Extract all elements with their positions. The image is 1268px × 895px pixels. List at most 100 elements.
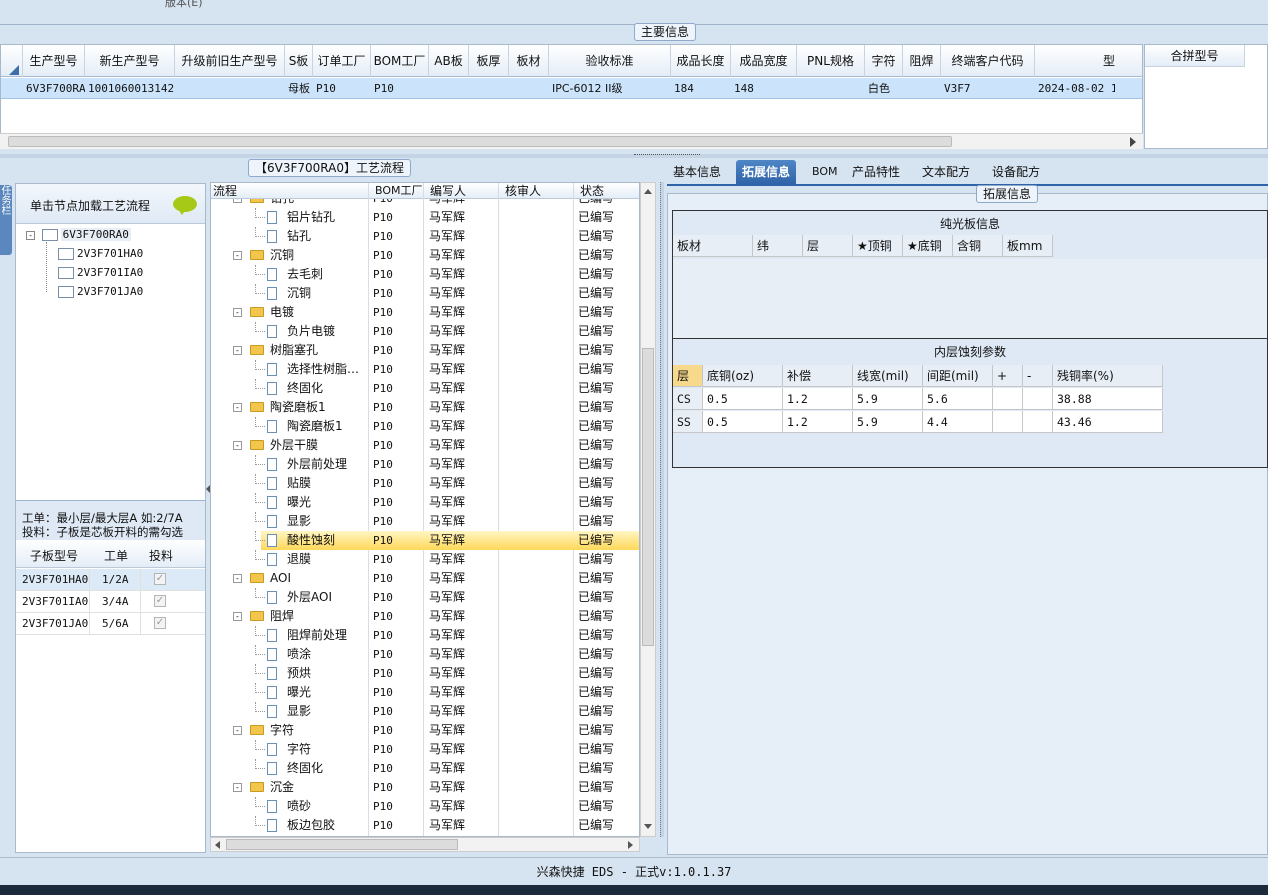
- main-cell[interactable]: 2024-08-02 1: [1035, 78, 1115, 99]
- etch-cell[interactable]: 5.9: [853, 388, 923, 410]
- pure-board-col-header[interactable]: 层: [803, 235, 853, 257]
- main-cell[interactable]: 白色: [865, 78, 903, 99]
- main-cell[interactable]: P10: [371, 78, 429, 99]
- main-cell[interactable]: 母板: [285, 78, 313, 99]
- process-row[interactable]: 外层前处理 P10 马军辉 已编写: [211, 455, 639, 474]
- main-cell[interactable]: [509, 78, 549, 99]
- process-row[interactable]: 预烘 P10 马军辉 已编写: [211, 664, 639, 683]
- process-row[interactable]: 板边包胶 P10 马军辉 已编写: [211, 816, 639, 835]
- scroll-left-arrow-icon[interactable]: [215, 841, 220, 849]
- main-cell[interactable]: 6V3F700RA0: [23, 78, 85, 99]
- collapse-icon[interactable]: -: [233, 574, 242, 583]
- process-row[interactable]: 字符 P10 马军辉 已编写: [211, 740, 639, 759]
- pure-board-col-header[interactable]: 含铜: [953, 235, 1003, 257]
- process-row[interactable]: 喷砂 P10 马军辉 已编写: [211, 797, 639, 816]
- process-row[interactable]: - 钻孔 P10 马军辉 已编写: [211, 199, 639, 208]
- etch-cell[interactable]: 1.2: [783, 411, 853, 433]
- etch-cell[interactable]: 1.2: [783, 388, 853, 410]
- feed-checkbox[interactable]: ✓: [154, 617, 166, 629]
- node-checkbox[interactable]: [58, 267, 74, 279]
- scroll-up-arrow-icon[interactable]: [644, 189, 652, 194]
- subboard-row[interactable]: 2V3F701JA0 5/6A ✓: [16, 613, 205, 635]
- etch-cell[interactable]: [1023, 411, 1053, 433]
- etch-cell[interactable]: CS: [673, 388, 703, 410]
- etch-cell[interactable]: 43.46: [1053, 411, 1163, 433]
- etch-col-header[interactable]: 间距(mil): [923, 365, 993, 387]
- process-row[interactable]: 陶瓷磨板1 P10 马军辉 已编写: [211, 417, 639, 436]
- process-row[interactable]: - 字符 P10 马军辉 已编写: [211, 721, 639, 740]
- etch-col-header[interactable]: -: [1023, 365, 1053, 387]
- process-row[interactable]: 曝光 P10 马军辉 已编写: [211, 683, 639, 702]
- etch-cell[interactable]: 5.6: [923, 388, 993, 410]
- tree-child-node[interactable]: 2V3F701JA0: [58, 283, 143, 301]
- feed-checkbox[interactable]: ✓: [154, 595, 166, 607]
- etch-cell[interactable]: [1023, 388, 1053, 410]
- pure-board-col-header[interactable]: ★顶铜: [853, 235, 903, 257]
- main-col-header[interactable]: AB板: [429, 45, 469, 77]
- process-row[interactable]: 外层AOI P10 马军辉 已编写: [211, 588, 639, 607]
- main-col-header[interactable]: 新生产型号: [85, 45, 175, 77]
- tree-root-node[interactable]: - 6V3F700RA0: [26, 226, 131, 244]
- etch-cell[interactable]: 0.5: [703, 388, 783, 410]
- pure-board-col-header[interactable]: 纬: [753, 235, 803, 257]
- process-row[interactable]: 钻孔 P10 马军辉 已编写: [211, 227, 639, 246]
- main-cell[interactable]: IPC-6012 II级: [549, 78, 671, 99]
- process-row[interactable]: 显影 P10 马军辉 已编写: [211, 702, 639, 721]
- tree-child-node[interactable]: 2V3F701HA0: [58, 245, 143, 263]
- main-cell[interactable]: [175, 78, 285, 99]
- main-col-header[interactable]: 验收标准: [549, 45, 671, 77]
- scroll-right-arrow-icon[interactable]: [1130, 137, 1136, 147]
- main-col-header[interactable]: 成品宽度: [731, 45, 797, 77]
- process-row[interactable]: - 阻焊 P10 马军辉 已编写: [211, 607, 639, 626]
- process-row[interactable]: 去毛刺 P10 马军辉 已编写: [211, 265, 639, 284]
- scroll-thumb[interactable]: [226, 839, 458, 850]
- main-col-header[interactable]: 阻焊: [903, 45, 941, 77]
- etch-cell[interactable]: 38.88: [1053, 388, 1163, 410]
- collapse-icon[interactable]: -: [233, 441, 242, 450]
- node-checkbox[interactable]: [41, 229, 58, 241]
- collapse-icon[interactable]: -: [233, 612, 242, 621]
- etch-col-header[interactable]: 线宽(mil): [853, 365, 923, 387]
- main-col-header[interactable]: 字符: [865, 45, 903, 77]
- tab-extended-info[interactable]: 拓展信息: [736, 160, 797, 184]
- process-hscrollbar[interactable]: [210, 837, 640, 852]
- main-col-header[interactable]: 生产型号: [23, 45, 85, 77]
- main-cell[interactable]: 10010600131421: [85, 78, 175, 99]
- main-cell[interactable]: P10: [313, 78, 371, 99]
- collapse-icon[interactable]: -: [26, 230, 35, 240]
- collapse-icon[interactable]: -: [233, 346, 242, 355]
- tab-basic-info[interactable]: 基本信息: [667, 160, 727, 184]
- process-row[interactable]: - 沉铜 P10 马军辉 已编写: [211, 246, 639, 265]
- scroll-down-arrow-icon[interactable]: [644, 824, 652, 829]
- collapse-icon[interactable]: -: [233, 251, 242, 260]
- main-col-header[interactable]: 板厚: [469, 45, 509, 77]
- tab-device-recipe[interactable]: 设备配方: [986, 160, 1046, 184]
- main-col-header[interactable]: 订单工厂: [313, 45, 371, 77]
- main-col-header[interactable]: 板材: [509, 45, 549, 77]
- main-col-header[interactable]: S板: [285, 45, 313, 77]
- main-cell[interactable]: [469, 78, 509, 99]
- etch-col-header[interactable]: 补偿: [783, 365, 853, 387]
- process-row[interactable]: - 电镀 P10 马军辉 已编写: [211, 303, 639, 322]
- etch-col-header[interactable]: 层: [673, 365, 703, 387]
- process-row[interactable]: 选择性树脂… P10 马军辉 已编写: [211, 360, 639, 379]
- etch-cell[interactable]: [993, 411, 1023, 433]
- process-row[interactable]: 酸性蚀刻 P10 马军辉 已编写: [255, 531, 639, 550]
- process-row[interactable]: 终固化 P10 马军辉 已编写: [211, 759, 639, 778]
- main-cell[interactable]: [797, 78, 865, 99]
- process-row[interactable]: 沉铜 P10 马军辉 已编写: [211, 284, 639, 303]
- collapse-icon[interactable]: -: [233, 199, 242, 203]
- main-col-header[interactable]: 型: [1035, 45, 1115, 77]
- pure-board-col-header[interactable]: ★底铜: [903, 235, 953, 257]
- main-grid-hscrollbar[interactable]: [0, 133, 1143, 149]
- main-cell[interactable]: 184: [671, 78, 731, 99]
- process-row[interactable]: 喷涂 P10 马军辉 已编写: [211, 645, 639, 664]
- etch-cell[interactable]: 0.5: [703, 411, 783, 433]
- subboard-row[interactable]: 2V3F701IA0 3/4A ✓: [16, 591, 205, 613]
- main-col-header[interactable]: PNL规格: [797, 45, 865, 77]
- process-row[interactable]: - 沉金 P10 马军辉 已编写: [211, 778, 639, 797]
- etch-cell[interactable]: [993, 388, 1023, 410]
- vertical-splitter[interactable]: [660, 182, 664, 837]
- process-row[interactable]: 退膜 P10 马军辉 已编写: [211, 550, 639, 569]
- node-checkbox[interactable]: [58, 286, 74, 298]
